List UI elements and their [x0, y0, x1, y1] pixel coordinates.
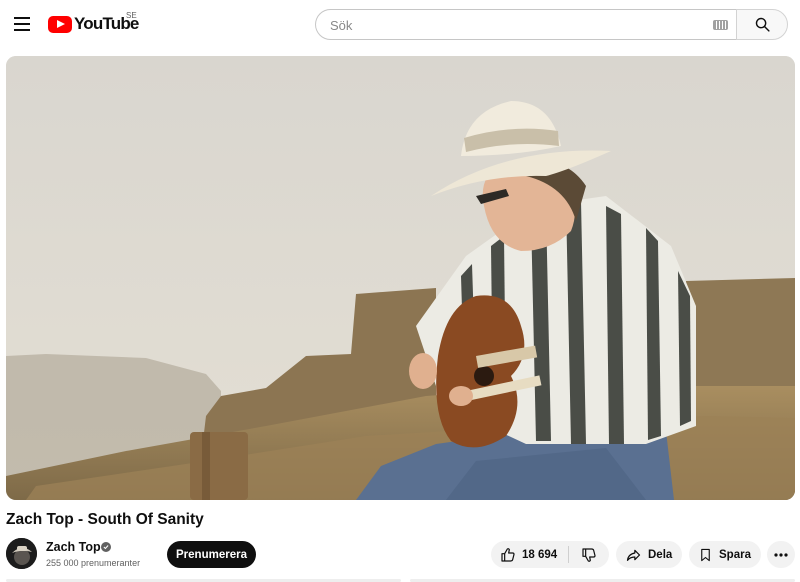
thumb-up-icon — [501, 547, 515, 562]
menu-icon[interactable] — [10, 12, 34, 36]
share-button[interactable]: Dela — [616, 541, 682, 568]
country-code: SE — [126, 11, 137, 20]
youtube-logo[interactable]: YouTube — [48, 14, 139, 34]
video-title: Zach Top - South Of Sanity — [6, 511, 204, 528]
more-actions-button[interactable] — [767, 541, 795, 568]
channel-avatar[interactable] — [6, 538, 37, 569]
share-label: Dela — [648, 548, 673, 561]
avatar-image — [6, 538, 37, 569]
masthead: YouTube SE — [0, 0, 800, 48]
more-icon — [774, 552, 788, 557]
share-icon — [626, 549, 641, 561]
keyboard-icon[interactable] — [713, 20, 728, 30]
search-button[interactable] — [736, 9, 788, 40]
bookmark-icon — [701, 548, 710, 561]
verified-icon — [101, 542, 111, 552]
search-box — [315, 9, 736, 40]
subscriber-count: 255 000 prenumeranter — [46, 558, 141, 568]
youtube-play-icon — [48, 15, 72, 33]
search-icon — [755, 17, 770, 32]
dislike-button[interactable] — [569, 541, 609, 568]
save-button[interactable]: Spara — [689, 541, 761, 568]
like-dislike-group: 18 694 — [491, 541, 609, 568]
thumb-down-icon — [582, 547, 596, 562]
like-button[interactable]: 18 694 — [491, 541, 568, 568]
search-input[interactable] — [330, 16, 700, 34]
subscribe-button[interactable]: Prenumerera — [167, 541, 256, 568]
like-count: 18 694 — [522, 548, 558, 561]
video-frame — [6, 56, 795, 500]
video-player[interactable] — [6, 56, 795, 500]
save-label: Spara — [719, 548, 751, 561]
channel-name[interactable]: Zach Top — [46, 540, 101, 554]
